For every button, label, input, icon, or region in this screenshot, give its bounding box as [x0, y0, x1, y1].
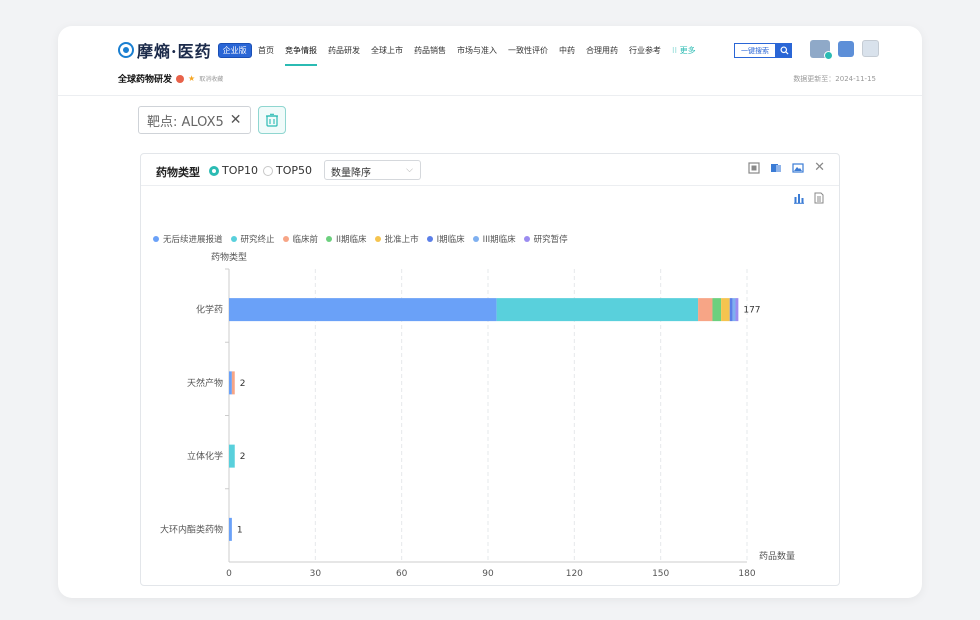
bar-total-label: 177 [743, 306, 760, 316]
bar-segment-0-0 [229, 298, 497, 322]
top-icons [810, 40, 879, 60]
star-icon[interactable]: ★ [188, 74, 195, 83]
bar-segment-0-2 [698, 298, 713, 322]
y-tick-label: 天然产物 [187, 377, 223, 389]
nav-item-2[interactable]: 药品研发 [328, 45, 360, 56]
x-tick-label: 150 [652, 569, 669, 579]
bar-segment-2-1 [229, 444, 235, 468]
bar-segment-0-6 [732, 298, 736, 322]
x-tick-label: 0 [226, 569, 232, 579]
x-axis-title: 药品数量 [759, 550, 795, 562]
nav-item-1[interactable]: 竞争情报 [285, 45, 317, 66]
logo-text: 摩熵·医药 [137, 42, 212, 61]
clear-filter-button[interactable] [258, 106, 286, 134]
x-tick-label: 180 [738, 569, 755, 579]
x-tick-label: 90 [482, 569, 494, 579]
vip-icon[interactable] [810, 40, 833, 60]
page-title: 全球药物研发 ★ 取消收藏 [118, 72, 223, 85]
main-nav: 首页 竞争情报 药品研发 全球上市 药品销售 市场与准入 一致性评价 中药 合理用药 行业参考 ⁝⁝… [258, 45, 707, 66]
search[interactable]: 一键搜索 [734, 43, 792, 58]
nav-item-10[interactable]: ⁝⁝ 更多 [672, 45, 696, 56]
drug-type-panel: 药物类型 TOP10 TOP50 数量降序 ⌵ ✕ 无后续进展报道 研究终止 临… [140, 153, 840, 586]
nav-item-7[interactable]: 中药 [559, 45, 575, 56]
info-icon[interactable] [176, 74, 185, 83]
search-icon[interactable] [776, 43, 792, 58]
y-tick-label: 立体化学 [187, 450, 223, 462]
bar-segment-0-5 [729, 298, 733, 322]
bar-total-label: 2 [240, 452, 246, 462]
bar-segment-0-7 [735, 298, 739, 322]
nav-item-8[interactable]: 合理用药 [586, 45, 618, 56]
nav-item-5[interactable]: 市场与准入 [457, 45, 497, 56]
nav-item-6[interactable]: 一致性评价 [508, 45, 548, 56]
bar-total-label: 1 [237, 525, 243, 535]
update-time: 数据更新至：2024-11-15 [793, 75, 876, 83]
search-button-label[interactable]: 一键搜索 [734, 43, 776, 58]
bar-segment-3-0 [229, 517, 232, 541]
page-title-text: 全球药物研发 [118, 75, 173, 85]
top-header: 摩熵·医药 企业版 首页 竞争情报 药品研发 全球上市 药品销售 市场与准入 一致性评价 中药… [58, 26, 922, 96]
y-axis-title: 药物类型 [211, 251, 247, 263]
nav-item-3[interactable]: 全球上市 [371, 45, 403, 56]
x-tick-label: 60 [396, 569, 408, 579]
chip-close-icon[interactable]: ✕ [230, 112, 242, 128]
y-tick-label: 大环内酯类药物 [160, 523, 223, 535]
bar-chart: 0 30 60 90 120 150 180 药物类型药品数量 化学药 177 天然产物 2 立体化学 2… [160, 251, 795, 579]
message-icon[interactable] [838, 41, 854, 57]
x-tick-label: 30 [310, 569, 322, 579]
logo-icon [118, 42, 134, 58]
bar-segment-1-0 [229, 371, 232, 395]
bar-total-label: 2 [240, 379, 246, 389]
bar-segment-0-4 [721, 298, 730, 322]
nav-item-4[interactable]: 药品销售 [414, 45, 446, 56]
bar-segment-0-1 [496, 298, 699, 322]
chip-label: 靶点: ALOX5 [147, 114, 224, 130]
x-tick-label: 120 [566, 569, 583, 579]
nav-item-0[interactable]: 首页 [258, 45, 274, 56]
y-tick-label: 化学药 [196, 304, 223, 316]
bar-segment-0-3 [712, 298, 722, 322]
main-card: 摩熵·医药 企业版 首页 竞争情报 药品研发 全球上市 药品销售 市场与准入 一致性评价 中药… [58, 26, 922, 598]
target-filter-chip[interactable]: 靶点: ALOX5 ✕ [138, 106, 251, 134]
nav-item-9[interactable]: 行业参考 [629, 45, 661, 56]
unsubscribe-link[interactable]: 取消收藏 [199, 74, 223, 83]
logo-badge: 企业版 [217, 42, 252, 58]
bar-segment-1-2 [231, 371, 235, 395]
logo[interactable]: 摩熵·医药 企业版 [118, 38, 252, 62]
avatar[interactable] [862, 40, 879, 57]
trash-icon [266, 113, 278, 127]
